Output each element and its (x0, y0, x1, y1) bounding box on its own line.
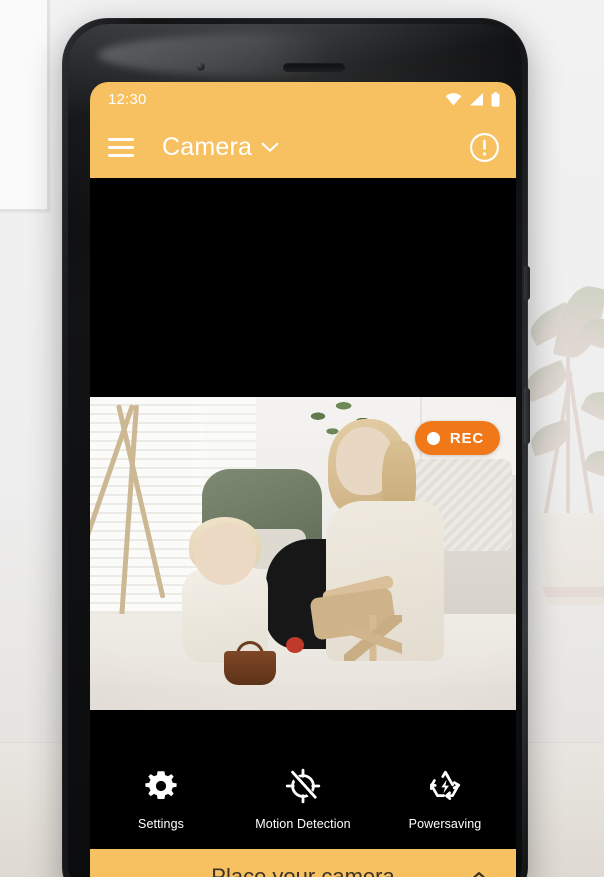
wall-picture-frame-a (0, 0, 50, 212)
power-button[interactable] (524, 388, 530, 444)
tool-label: Powersaving (408, 817, 482, 831)
earpiece-speaker (283, 63, 345, 72)
gear-icon (145, 771, 177, 799)
phone-device: 12:30 Camera REC Settings Motion Detecti… (62, 18, 530, 877)
hamburger-bar (108, 137, 134, 141)
tool-motion-detection[interactable]: Motion Detection (232, 766, 374, 831)
wifi-icon (445, 92, 462, 105)
rec-badge[interactable]: REC (414, 421, 500, 455)
motion-detection-off-icon (285, 768, 321, 804)
chevron-up-icon[interactable] (468, 870, 490, 877)
record-dot-icon (426, 431, 440, 445)
scene-background: 12:30 Camera REC Settings Motion Detecti… (0, 0, 604, 877)
camera-selector[interactable]: Camera (162, 133, 279, 162)
chevron-down-icon (261, 142, 279, 152)
phone-front-glass: 12:30 Camera REC Settings Motion Detecti… (68, 24, 522, 877)
alert-circle-icon[interactable] (469, 132, 500, 163)
status-bar: 12:30 (90, 82, 516, 116)
camera-live-feed[interactable]: REC (90, 397, 516, 710)
status-bar-icons (445, 91, 500, 107)
camera-tool-row: Settings Motion Detection Powersaving (90, 740, 516, 849)
rec-label: REC (449, 429, 484, 447)
place-your-camera-sheet[interactable]: Place your camera (90, 849, 516, 877)
powersaving-recycle-icon (430, 770, 461, 800)
plant-pot-band (542, 587, 604, 597)
front-camera-icon (196, 62, 205, 71)
video-stage[interactable]: REC (90, 178, 516, 740)
volume-button[interactable] (524, 266, 530, 300)
hamburger-bar (108, 153, 134, 157)
bottom-sheet-title: Place your camera (211, 863, 395, 877)
status-bar-clock: 12:30 (108, 90, 147, 108)
glass-reflection (98, 34, 428, 76)
plant-stem (566, 365, 594, 517)
houseplant (520, 275, 604, 655)
app-bar: Camera (90, 116, 516, 178)
battery-icon (491, 91, 500, 107)
page-title: Camera (162, 132, 253, 161)
plant-leaf (580, 384, 604, 430)
cellular-signal-icon (470, 92, 483, 105)
tool-settings[interactable]: Settings (90, 766, 232, 831)
tool-powersaving[interactable]: Powersaving (374, 766, 516, 831)
app-screen: 12:30 Camera REC Settings Motion Detecti… (90, 82, 516, 877)
tool-label: Settings (138, 817, 184, 831)
tool-label: Motion Detection (255, 817, 351, 831)
hamburger-menu-icon[interactable] (108, 137, 134, 157)
hamburger-bar (108, 145, 134, 149)
